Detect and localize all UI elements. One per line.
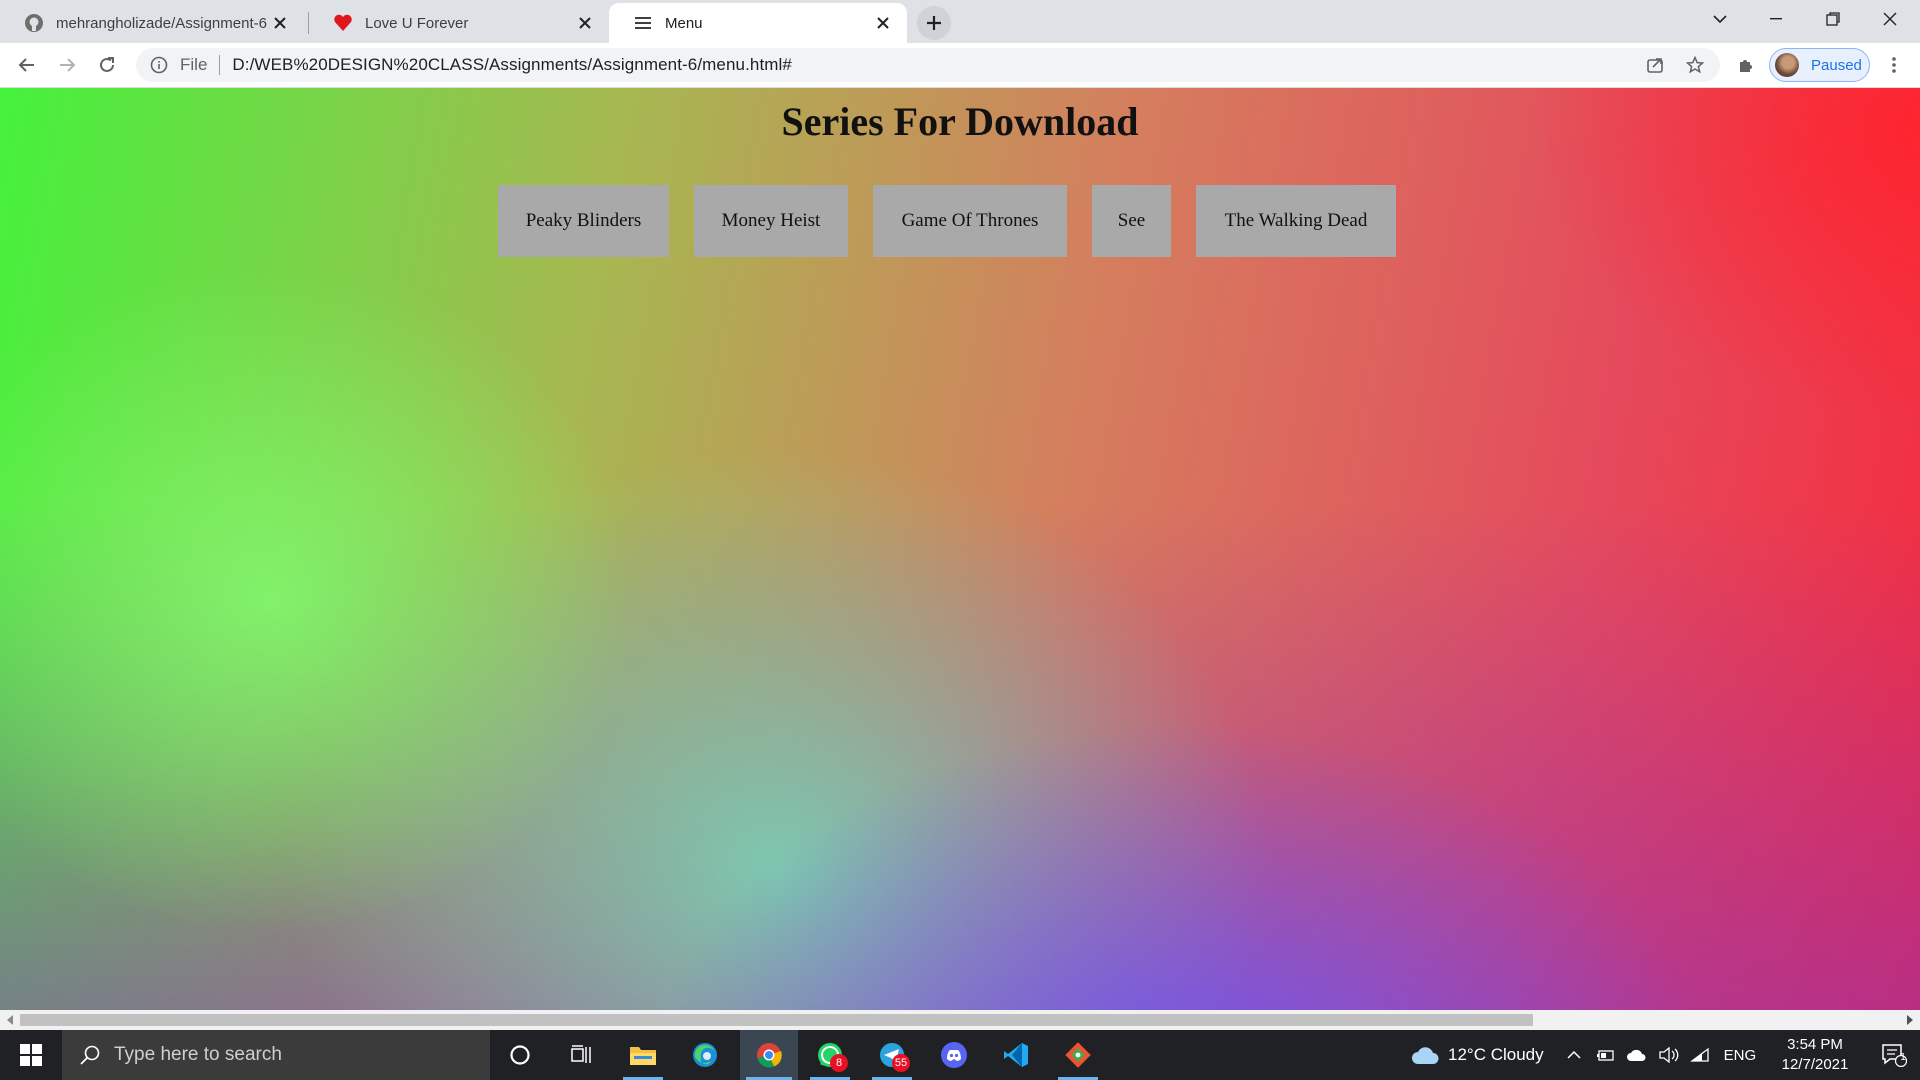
back-button[interactable] [11, 49, 43, 81]
tab-title: Love U Forever [365, 14, 469, 32]
new-tab-button[interactable] [917, 6, 951, 40]
telegram-icon[interactable]: 55 [866, 1030, 918, 1080]
minimize-icon[interactable] [1748, 0, 1804, 38]
page-title: Series For Download [781, 99, 1139, 144]
share-icon[interactable] [1641, 51, 1669, 79]
menu-lines-icon [633, 13, 653, 33]
windows-start-icon[interactable] [0, 1030, 62, 1080]
info-icon[interactable] [150, 56, 168, 74]
menu-item-peaky-blinders[interactable]: Peaky Blinders [498, 185, 669, 257]
close-icon[interactable] [873, 13, 893, 33]
discord-icon[interactable] [928, 1030, 980, 1080]
git-gui-icon[interactable] [1052, 1030, 1104, 1080]
github-icon [24, 13, 44, 33]
chrome-icon[interactable] [740, 1030, 798, 1080]
clock-time: 3:54 PM [1787, 1036, 1843, 1053]
battery-icon[interactable] [1596, 1047, 1616, 1063]
clock-date: 12/7/2021 [1781, 1056, 1849, 1073]
notification-badge: 55 [892, 1054, 910, 1072]
profile-button[interactable]: Paused [1769, 48, 1870, 82]
url-scheme-label: File [180, 55, 208, 74]
tab-search-icon[interactable] [1692, 0, 1748, 38]
scroll-left-arrow-icon[interactable] [3, 1013, 17, 1027]
tab-title: Menu [665, 14, 703, 32]
notification-center-icon[interactable]: 1 [1868, 1030, 1920, 1080]
notification-count: 1 [1900, 1052, 1906, 1063]
taskbar-search-box[interactable]: Type here to search [62, 1030, 490, 1080]
scroll-right-arrow-icon[interactable] [1903, 1013, 1917, 1027]
cloud-weather-icon[interactable] [1410, 1044, 1440, 1066]
cortana-icon[interactable] [494, 1030, 546, 1080]
weather-text[interactable]: 12°C Cloudy [1448, 1045, 1544, 1065]
heart-icon [333, 13, 353, 33]
avatar [1775, 53, 1799, 77]
extensions-puzzle-icon[interactable] [1732, 51, 1760, 79]
file-explorer-icon[interactable] [617, 1030, 669, 1080]
task-view-icon[interactable] [555, 1030, 607, 1080]
profile-status: Paused [1811, 56, 1862, 74]
bookmark-star-icon[interactable] [1681, 51, 1709, 79]
taskbar-clock[interactable]: 3:54 PM 12/7/2021 [1772, 1035, 1858, 1075]
reload-button[interactable] [91, 49, 123, 81]
tab-menu[interactable]: Menu [609, 3, 907, 43]
volume-icon[interactable] [1658, 1047, 1680, 1063]
tab-github[interactable]: mehrangholizade/Assignment-6 [0, 3, 304, 43]
kebab-menu-icon[interactable] [1880, 51, 1908, 79]
close-window-icon[interactable] [1862, 0, 1918, 38]
onedrive-icon[interactable] [1626, 1047, 1648, 1063]
edge-browser-icon[interactable] [679, 1030, 731, 1080]
omnibox-divider [219, 55, 221, 75]
forward-button[interactable] [51, 49, 83, 81]
browser-tab-strip: mehrangholizade/Assignment-6 Love U Fore… [0, 0, 1920, 43]
close-icon[interactable] [270, 13, 290, 33]
language-indicator[interactable]: ENG [1724, 1047, 1757, 1064]
chevron-up-icon[interactable] [1566, 1047, 1582, 1063]
windows-taskbar: Type here to search 8 55 12°C Cloudy ENG… [0, 1030, 1920, 1080]
vscode-icon[interactable] [990, 1030, 1042, 1080]
tab-love-u-forever[interactable]: Love U Forever [309, 3, 609, 43]
browser-toolbar: File D:/WEB%20DESIGN%20CLASS/Assignments… [0, 43, 1920, 88]
menu-item-money-heist[interactable]: Money Heist [694, 185, 848, 257]
horizontal-scrollbar[interactable] [0, 1010, 1920, 1030]
url-text[interactable]: D:/WEB%20DESIGN%20CLASS/Assignments/Assi… [232, 55, 792, 75]
wifi-icon[interactable] [1689, 1047, 1710, 1063]
whatsapp-icon[interactable]: 8 [804, 1030, 856, 1080]
search-placeholder: Type here to search [114, 1044, 282, 1065]
system-tray: 12°C Cloudy ENG [1410, 1030, 1756, 1080]
address-bar[interactable]: File D:/WEB%20DESIGN%20CLASS/Assignments… [136, 48, 1720, 82]
restore-icon[interactable] [1805, 0, 1861, 38]
notification-badge: 8 [830, 1054, 848, 1072]
close-icon[interactable] [575, 13, 595, 33]
page-viewport: Series For Download Peaky Blinders Money… [0, 88, 1920, 1010]
menu-item-see[interactable]: See [1092, 185, 1171, 257]
tab-title: mehrangholizade/Assignment-6 [56, 14, 267, 32]
scrollbar-thumb[interactable] [20, 1014, 1533, 1026]
search-icon [76, 1041, 104, 1069]
menu-item-game-of-thrones[interactable]: Game Of Thrones [873, 185, 1067, 257]
menu-item-the-walking-dead[interactable]: The Walking Dead [1196, 185, 1396, 257]
